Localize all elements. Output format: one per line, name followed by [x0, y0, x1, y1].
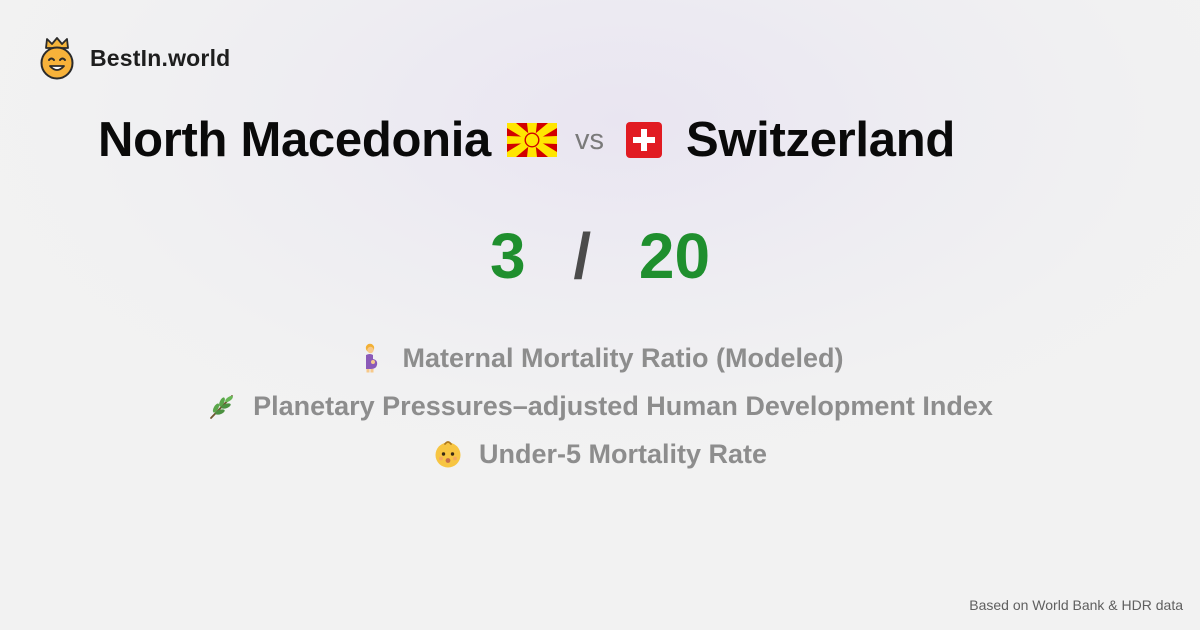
north-macedonia-flag-icon: [506, 123, 557, 157]
score-separator: /: [573, 220, 592, 292]
metrics-list: Maternal Mortality Ratio (Modeled) Plane…: [0, 334, 1200, 478]
metric-label: Maternal Mortality Ratio (Modeled): [402, 342, 844, 373]
crowned-smiley-icon: [40, 37, 74, 80]
country-b-name: Switzerland: [685, 113, 955, 167]
score-country-b: 20: [638, 220, 711, 292]
metric-label: Planetary Pressures–adjusted Human Devel…: [253, 390, 993, 421]
comparison-title: North Macedonia vs Switzerland: [98, 108, 955, 172]
metric-item[interactable]: Under-5 Mortality Rate: [0, 430, 1200, 478]
country-a-name: North Macedonia: [98, 113, 491, 167]
pregnant-woman-icon: [366, 343, 378, 373]
switzerland-flag-icon: [625, 122, 662, 158]
metric-item[interactable]: Maternal Mortality Ratio (Modeled): [0, 334, 1200, 382]
metric-label: Under-5 Mortality Rate: [478, 438, 768, 469]
score-country-a: 3: [489, 220, 526, 292]
score-display: 3 / 20: [0, 218, 1200, 294]
brand-header[interactable]: BestIn.world: [38, 36, 230, 80]
baby-face-icon: [435, 441, 461, 468]
leafy-branch-icon: [210, 395, 234, 419]
data-source-note: Based on World Bank & HDR data: [969, 597, 1183, 613]
metric-item[interactable]: Planetary Pressures–adjusted Human Devel…: [0, 382, 1200, 430]
vs-label: vs: [574, 123, 604, 156]
brand-name[interactable]: BestIn.world: [90, 45, 230, 72]
